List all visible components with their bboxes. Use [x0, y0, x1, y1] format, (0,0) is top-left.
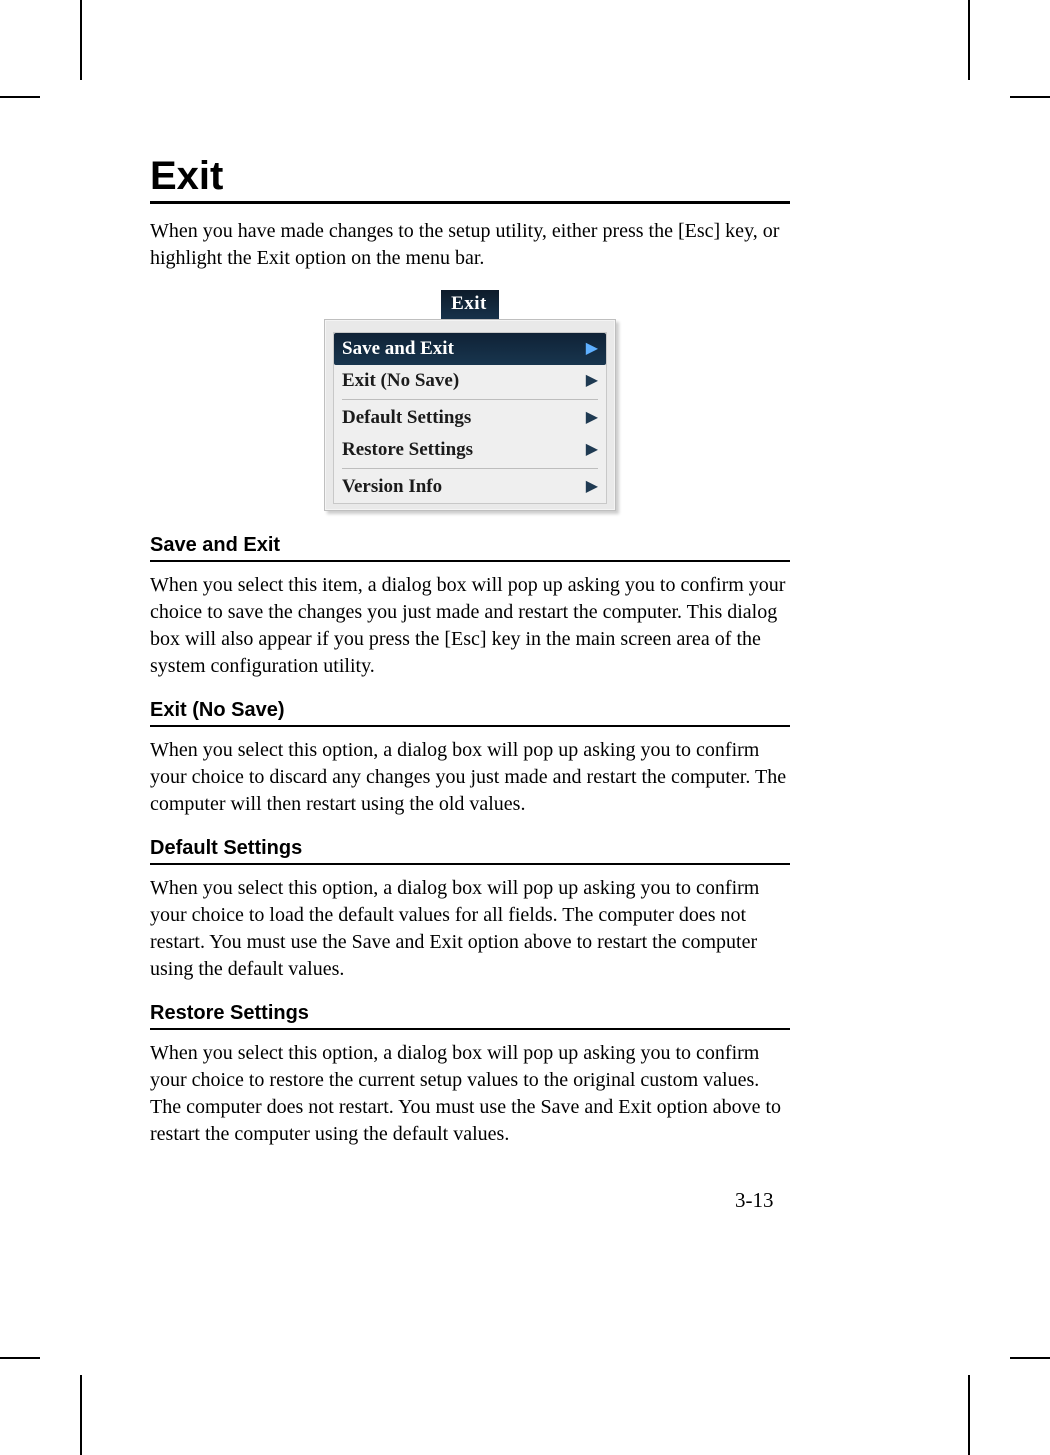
paragraph-exit-no-save: When you select this option, a dialog bo…: [150, 737, 790, 818]
crop-mark: [1010, 96, 1050, 98]
submenu-arrow-icon: ▶: [586, 373, 598, 389]
submenu-arrow-icon: ▶: [586, 442, 598, 458]
menu-tab-label: Exit: [441, 290, 499, 319]
submenu-arrow-icon: ▶: [586, 410, 598, 426]
menu-separator: [342, 399, 598, 400]
menu-item-default-settings: Default Settings ▶: [342, 402, 598, 434]
menu-item-label: Restore Settings: [342, 439, 473, 461]
subheading-restore-settings: Restore Settings: [150, 1001, 790, 1030]
page-content: Exit When you have made changes to the s…: [150, 155, 790, 1166]
crop-mark: [1010, 1357, 1050, 1359]
menu-item-label: Default Settings: [342, 407, 471, 429]
crop-mark: [0, 96, 40, 98]
menu-separator: [342, 468, 598, 469]
exit-menu-figure: Exit Save and Exit ▶ Exit (No Save) ▶ De…: [150, 290, 790, 511]
subheading-default-settings: Default Settings: [150, 836, 790, 865]
menu-item-exit-no-save: Exit (No Save) ▶: [342, 365, 598, 397]
paragraph-restore-settings: When you select this option, a dialog bo…: [150, 1040, 790, 1148]
subheading-save-and-exit: Save and Exit: [150, 533, 790, 562]
menu-item-save-and-exit: Save and Exit ▶: [334, 333, 606, 365]
menu-item-label: Save and Exit: [342, 338, 454, 360]
submenu-arrow-icon: ▶: [586, 341, 598, 357]
menu-panel: Save and Exit ▶ Exit (No Save) ▶ Default…: [324, 319, 616, 511]
paragraph-save-and-exit: When you select this item, a dialog box …: [150, 572, 790, 680]
crop-mark: [80, 0, 82, 80]
crop-mark: [0, 1357, 40, 1359]
crop-mark: [968, 0, 970, 80]
paragraph-default-settings: When you select this option, a dialog bo…: [150, 875, 790, 983]
crop-mark: [968, 1375, 970, 1455]
subheading-exit-no-save: Exit (No Save): [150, 698, 790, 727]
menu-item-restore-settings: Restore Settings ▶: [342, 434, 598, 466]
submenu-arrow-icon: ▶: [586, 479, 598, 495]
menu-item-version-info: Version Info ▶: [342, 471, 598, 503]
page-title: Exit: [150, 155, 790, 204]
menu-item-label: Version Info: [342, 476, 442, 498]
menu-item-label: Exit (No Save): [342, 370, 459, 392]
page-number: 3-13: [735, 1188, 774, 1213]
crop-mark: [80, 1375, 82, 1455]
intro-paragraph: When you have made changes to the setup …: [150, 218, 790, 272]
